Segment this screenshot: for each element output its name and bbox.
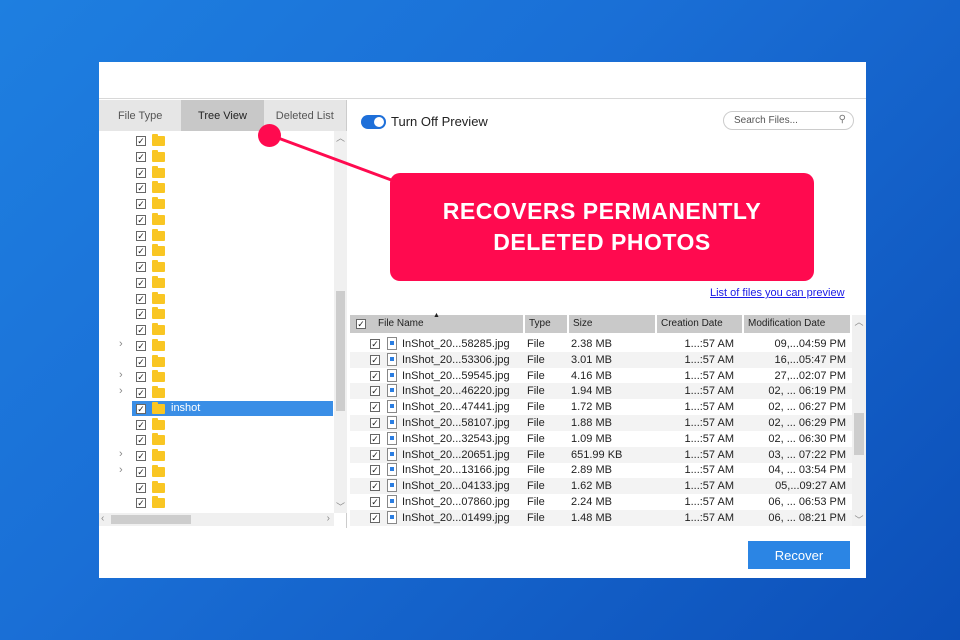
- callout-banner: RECOVERS PERMANENTLY DELETED PHOTOS: [390, 173, 814, 281]
- callout-line-2: DELETED PHOTOS: [493, 229, 711, 255]
- callout-connector: [269, 133, 395, 183]
- callout-line-1: RECOVERS PERMANENTLY: [442, 198, 762, 224]
- callout-pointer-dot: [258, 124, 281, 147]
